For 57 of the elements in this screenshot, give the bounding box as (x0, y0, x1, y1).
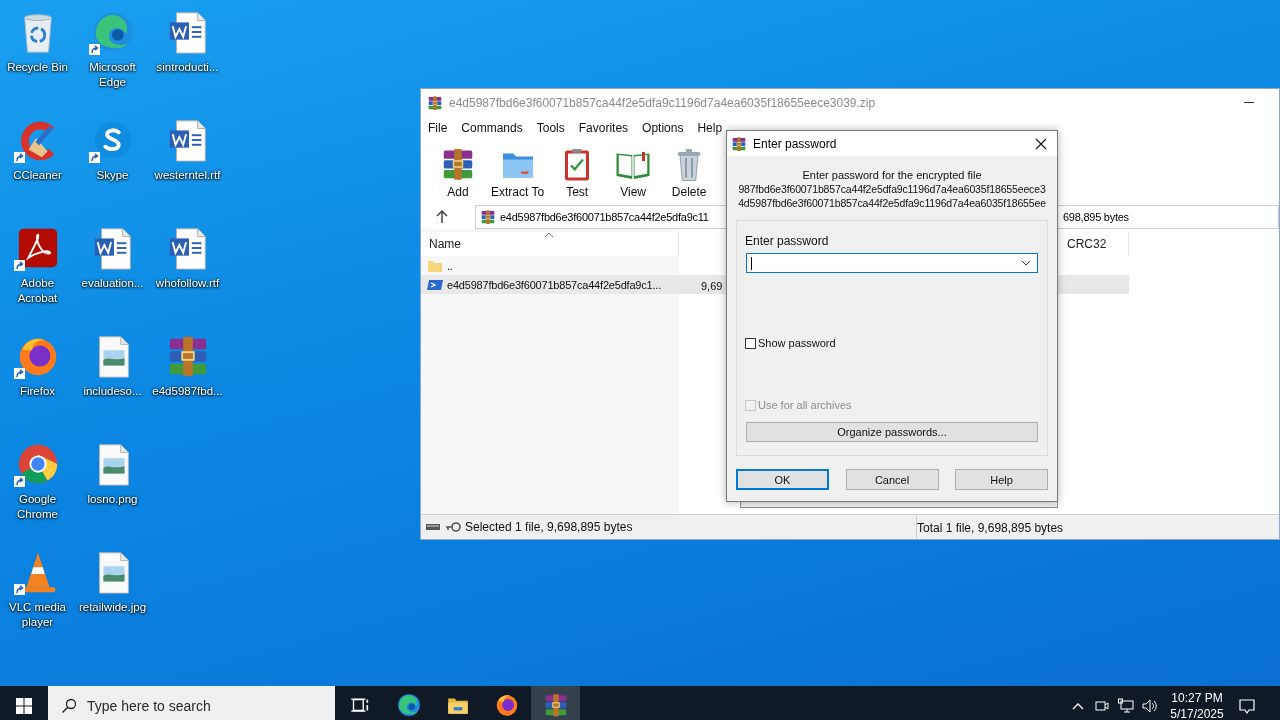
menu-item[interactable]: Tools (529, 118, 572, 138)
archive-books-icon (427, 94, 443, 111)
clock-date[interactable]: 5/17/2025 (1170, 706, 1224, 720)
windows-icon (16, 698, 32, 714)
window-title: e4d5987fbd6e3f60071b857ca44f2e5dfa9c1196d7a4ea6035f18655eece3039.zip (449, 95, 876, 110)
column-header[interactable]: CRC32 (1059, 232, 1129, 256)
text-cursor (751, 256, 752, 270)
status-text: Selected 1 file, 9,698,895 bytes (465, 520, 633, 534)
search-field[interactable]: Type here to search (48, 686, 335, 720)
dialog-button[interactable]: OK (736, 469, 829, 490)
toolbar-button[interactable]: Extract To (487, 145, 549, 199)
password-field[interactable] (746, 253, 1038, 273)
menu-item[interactable]: Commands (454, 118, 530, 138)
menu-item[interactable]: File (421, 118, 455, 138)
icon-label[interactable]: e4d5987fbd... (150, 384, 225, 399)
file-name: .. (447, 259, 453, 272)
column-header[interactable]: Name (421, 232, 679, 256)
clock-time[interactable]: 10:27 PM (1171, 690, 1223, 706)
checkbox[interactable] (745, 337, 756, 349)
volume-icon[interactable] (1142, 698, 1158, 714)
file-path-text: 4d5987fbd6e3f60071b857ca44f2e5dfa9c1196d7a4ea6035f18655ee (738, 196, 1046, 210)
icon-label[interactable]: losno.png (75, 492, 150, 507)
archive-books-icon (480, 208, 496, 225)
menu-item[interactable]: Options (635, 118, 691, 138)
file-size: 9,69 (701, 279, 723, 292)
network-icon[interactable] (1118, 698, 1134, 714)
edge-icon (395, 692, 422, 718)
menu-item[interactable]: Favorites (571, 118, 636, 138)
close-icon (1035, 137, 1047, 150)
menu-item[interactable]: Help (690, 118, 730, 138)
toolbar-button[interactable]: Test (550, 145, 605, 199)
notification-icon (1238, 697, 1256, 715)
icon-label[interactable]: VLC media player (0, 600, 75, 630)
icon-label[interactable]: Google Chrome (0, 492, 75, 522)
dialog-message: Enter password for the encrypted file (801, 168, 983, 182)
toolbar-button[interactable]: Add (431, 145, 485, 199)
file-row[interactable]: .. (421, 256, 1129, 275)
dialog-button[interactable]: Cancel (845, 469, 939, 490)
toolbar-button[interactable]: Delete (662, 145, 717, 199)
status-text: Total 1 file, 9,698,895 bytes (917, 521, 1064, 535)
organize-passwords-button[interactable]: Organize passwords... (746, 422, 1038, 442)
camera-icon[interactable] (1094, 698, 1110, 714)
archive-books-icon (731, 135, 747, 152)
icon-label[interactable]: Firefox (0, 384, 75, 399)
icon-label[interactable]: includeso... (75, 384, 150, 399)
dialog-button[interactable]: Help (955, 469, 1048, 490)
icon-label[interactable]: retailwide.jpg (75, 600, 150, 615)
dialog-title: Enter password (753, 136, 837, 151)
search-icon (61, 698, 77, 714)
drive-icon (425, 521, 441, 533)
file-name: e4d5987fbd6e3f60071b857ca44f2e5dfa9c1... (447, 278, 662, 291)
key-icon (445, 521, 461, 533)
field-label: Enter password (745, 234, 830, 248)
checkbox-label[interactable]: Show password (758, 337, 836, 349)
file-path-text: 987fbd6e3f60071b857ca44f2e5dfa9c1196d7a4ea6035f18655eece3 (738, 182, 1046, 196)
minimize-icon (1244, 102, 1254, 103)
toolbar-button[interactable]: View (606, 145, 661, 199)
